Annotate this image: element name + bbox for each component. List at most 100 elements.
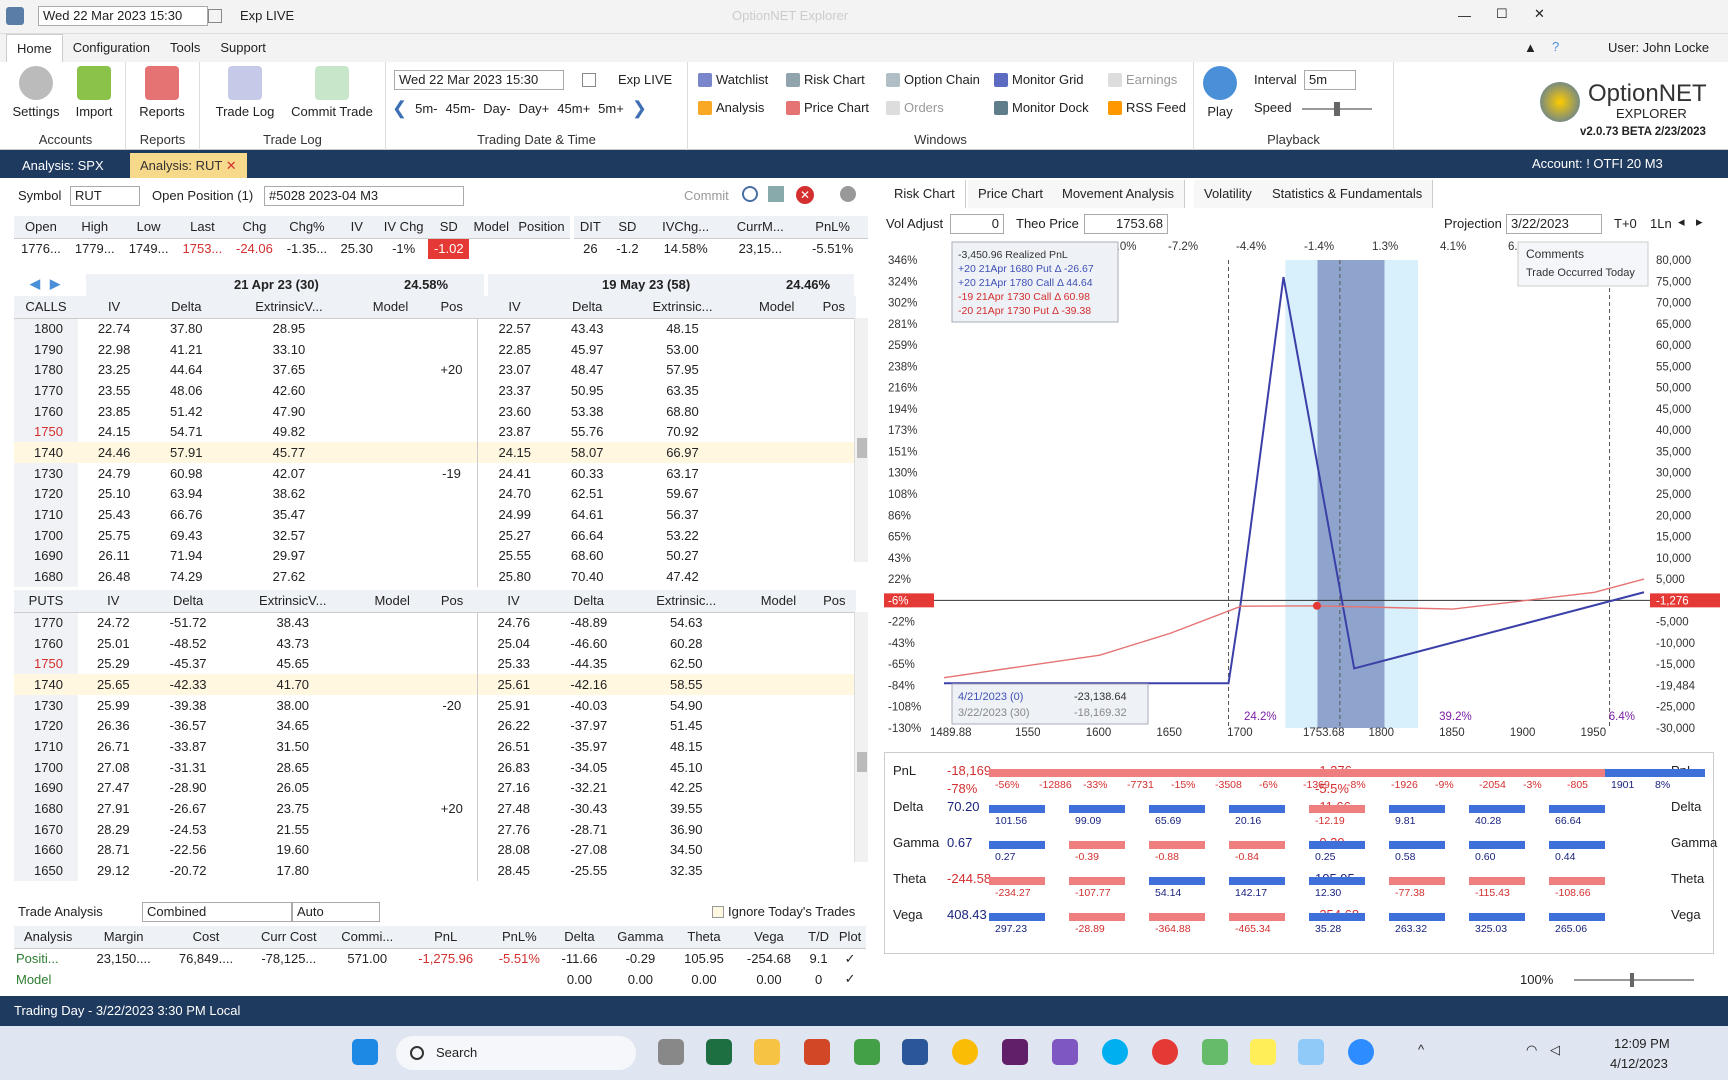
auto-select[interactable]: Auto (292, 902, 380, 922)
orders-button[interactable]: Orders (886, 100, 944, 115)
step-day-forward[interactable]: Day+ (519, 101, 550, 116)
earnings-button[interactable]: Earnings (1108, 72, 1177, 87)
chain-row[interactable]: 1740 24.46 57.91 45.77 24.15 58.07 66.97 (14, 442, 856, 463)
tray-wifi-icon[interactable]: ◠ (1526, 1042, 1537, 1058)
slack-icon[interactable] (1002, 1039, 1028, 1065)
ta-cell[interactable]: ✓ (834, 969, 866, 990)
open-position-select[interactable]: #5028 2023-04 M3 (264, 186, 464, 206)
trading-calendar-icon[interactable] (582, 73, 596, 87)
chain-row[interactable]: 1710 26.71 -33.87 31.50 26.51 -35.97 48.15 (14, 736, 856, 757)
doc-tab-rut[interactable]: Analysis: RUT ✕ (130, 153, 247, 178)
chain-row[interactable]: 1790 22.98 41.21 33.10 22.85 45.97 53.00 (14, 338, 856, 360)
option-chain-button[interactable]: Option Chain (886, 72, 980, 87)
taskbar-search[interactable]: Search (396, 1036, 636, 1070)
watchlist-button[interactable]: Watchlist (698, 72, 768, 87)
analysis-button[interactable]: Analysis (698, 100, 764, 115)
chain-row[interactable]: 1770 24.72 -51.72 38.43 24.76 -48.89 54.63 (14, 612, 856, 633)
step-day-back[interactable]: Day- (483, 101, 510, 116)
delete-icon[interactable]: ✕ (796, 186, 814, 204)
chain-row[interactable]: 1780 23.25 44.64 37.65 +20 23.07 48.47 57.95 (14, 359, 856, 381)
optionnet-taskbar-icon[interactable] (1298, 1039, 1324, 1065)
chain-row[interactable]: 1660 28.71 -22.56 19.60 28.08 -27.08 34.50 (14, 839, 856, 861)
calendar-icon[interactable] (208, 9, 222, 23)
zoom-slider[interactable] (1574, 973, 1694, 987)
play-button[interactable]: Play (1198, 66, 1242, 119)
task-view-icon[interactable] (658, 1039, 684, 1065)
ignore-trades-checkbox[interactable] (712, 906, 724, 918)
chain-row[interactable]: 1750 24.15 54.71 49.82 23.87 55.76 70.92 (14, 421, 856, 443)
excel-icon[interactable] (706, 1039, 732, 1065)
trading-datetime-field[interactable]: Wed 22 Mar 2023 15:30 (394, 70, 564, 90)
projection-date-select[interactable]: 3/22/2023 (1506, 214, 1602, 234)
chain-row[interactable]: 1720 26.36 -36.57 34.65 26.22 -37.97 51.45 (14, 715, 856, 737)
tab-close-icon[interactable]: ✕ (226, 158, 237, 173)
import-button[interactable]: Import (66, 66, 122, 119)
windows-start-icon[interactable] (352, 1039, 378, 1065)
chart-tab[interactable]: Statistics & Fundamentals (1262, 180, 1434, 208)
chart-tab[interactable]: Volatility (1194, 180, 1263, 208)
chain-row[interactable]: 1750 25.29 -45.37 45.65 25.33 -44.35 62.50 (14, 653, 856, 675)
commit-trade-button[interactable]: Commit Trade (286, 66, 378, 119)
step-45m-forward[interactable]: 45m+ (557, 101, 590, 116)
tray-volume-icon[interactable]: ◁ (1550, 1042, 1560, 1058)
chain-row[interactable]: 1760 23.85 51.42 47.90 23.60 53.38 68.80 (14, 400, 856, 422)
speed-slider[interactable] (1302, 102, 1372, 116)
reports-button[interactable]: Reports (134, 66, 190, 119)
t0-label[interactable]: T+0 (1614, 216, 1637, 231)
trade-log-button[interactable]: Trade Log (214, 66, 276, 119)
puts-scrollbar[interactable] (854, 612, 868, 862)
app-green-icon[interactable] (854, 1039, 880, 1065)
interval-select[interactable]: 5m (1304, 70, 1356, 90)
ribbon-tab-configuration[interactable]: Configuration (63, 34, 160, 62)
close-icon[interactable]: ✕ (1534, 6, 1545, 22)
settings-button[interactable]: Settings (8, 66, 64, 119)
chain-row[interactable]: 1760 25.01 -48.52 43.73 25.04 -46.60 60.28 (14, 632, 856, 654)
search-icon[interactable] (742, 186, 758, 202)
opera-icon[interactable] (1152, 1039, 1178, 1065)
analysis-mode-select[interactable]: Combined (142, 902, 292, 922)
symbol-select[interactable]: RUT (70, 186, 140, 206)
next-icon[interactable]: ▸ (1696, 214, 1703, 230)
monitor-dock-button[interactable]: Monitor Dock (994, 100, 1089, 115)
chain-row[interactable]: 1740 25.65 -42.33 41.70 25.61 -42.16 58.55 (14, 674, 856, 695)
ta-row[interactable]: Positi... 23,150.... 76,849.... -78,125... 5… (14, 948, 866, 969)
powerpoint-icon[interactable] (804, 1039, 830, 1065)
risk-chart-button[interactable]: Risk Chart (786, 72, 865, 87)
chain-row[interactable]: 1690 26.11 71.94 29.97 25.55 68.60 50.27 (14, 545, 856, 567)
doc-tab-spx[interactable]: Analysis: SPX (12, 153, 114, 178)
chain-row[interactable]: 1680 26.48 74.29 27.62 25.80 70.40 47.42 (14, 566, 856, 587)
trading-exp-live[interactable]: Exp LIVE (618, 72, 672, 87)
vol-adjust-input[interactable]: 0 (950, 214, 1004, 234)
chart-tab[interactable]: Movement Analysis (1052, 180, 1185, 208)
monitor-grid-button[interactable]: Monitor Grid (994, 72, 1084, 87)
title-datetime-field[interactable]: Wed 22 Mar 2023 15:30 (38, 6, 208, 26)
nav-next-icon[interactable]: ▶ (50, 276, 60, 292)
minimize-icon[interactable]: — (1458, 8, 1471, 23)
nav-prev-icon[interactable]: ◀ (30, 276, 40, 292)
ta-cell[interactable]: ✓ (834, 948, 866, 969)
chart-tab[interactable]: Price Chart (968, 180, 1055, 208)
title-exp-live[interactable]: Exp LIVE (240, 8, 294, 23)
calls-scrollbar[interactable] (854, 318, 868, 562)
zoom-slider-thumb[interactable] (1630, 973, 1634, 987)
ribbon-tab-tools[interactable]: Tools (160, 34, 210, 62)
snipping-icon[interactable] (1052, 1039, 1078, 1065)
grid-icon[interactable] (768, 186, 784, 202)
ribbon-tab-support[interactable]: Support (210, 34, 276, 62)
chrome-icon[interactable] (952, 1039, 978, 1065)
maximize-icon[interactable]: ☐ (1496, 6, 1508, 22)
step-back-icon[interactable]: ❮ (392, 98, 407, 119)
chain-row[interactable]: 1770 23.55 48.06 42.60 23.37 50.95 63.35 (14, 380, 856, 401)
chain-row[interactable]: 1730 24.79 60.98 42.07 -19 24.41 60.33 63.17 (14, 462, 856, 484)
step-5m-forward[interactable]: 5m+ (598, 101, 624, 116)
chain-row[interactable]: 1690 27.47 -28.90 26.05 27.16 -32.21 42.25 (14, 777, 856, 799)
chain-row[interactable]: 1730 25.99 -39.38 38.00 -20 25.91 -40.03 54.90 (14, 694, 856, 716)
chain-row[interactable]: 1680 27.91 -26.67 23.75 +20 27.48 -30.43 39.55 (14, 798, 856, 819)
file-explorer-icon[interactable] (754, 1039, 780, 1065)
calls-scrollbar-thumb[interactable] (857, 438, 867, 458)
speed-slider-thumb[interactable] (1334, 102, 1340, 116)
collapse-ribbon-icon[interactable]: ▲ (1524, 40, 1537, 55)
step-45m-back[interactable]: 45m- (445, 101, 475, 116)
todo-icon[interactable] (1250, 1039, 1276, 1065)
commit-button[interactable]: Commit (684, 188, 729, 203)
